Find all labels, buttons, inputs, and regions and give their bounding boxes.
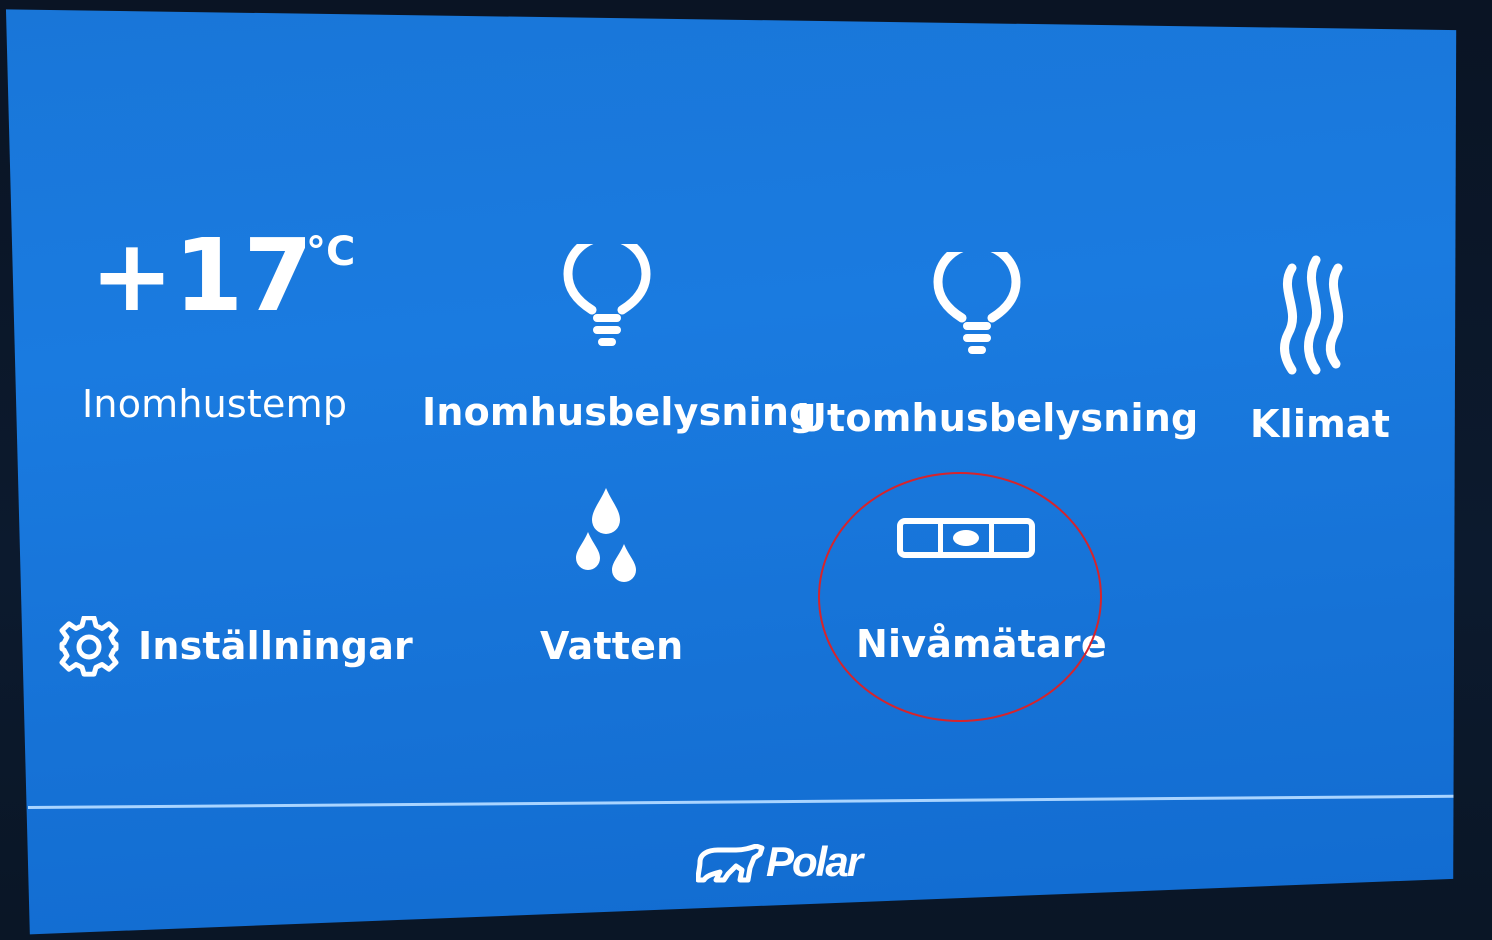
footer-divider — [27, 794, 1456, 809]
indoor-temp-unit: °C — [306, 229, 356, 275]
polar-bear-logo — [696, 844, 765, 883]
level-meter-label: Nivåmätare — [856, 622, 1107, 666]
settings-label: Inställningar — [138, 624, 413, 668]
indoor-temp-value: +17 — [90, 217, 313, 334]
lightbulb-icon — [933, 252, 1021, 354]
touch-screen: +17 °C Inomhustemp Inomhusbelysning Utom… — [5, 9, 1457, 935]
spirit-level-icon — [897, 518, 1035, 558]
water-label: Vatten — [540, 624, 684, 668]
indoor-temp-label: Inomhustemp — [82, 382, 348, 426]
heat-waves-icon — [1280, 255, 1343, 375]
outdoor-lighting-label: Utomhusbelysning — [796, 396, 1199, 440]
indoor-lighting-label: Inomhusbelysning — [422, 390, 817, 434]
gear-icon — [59, 616, 119, 677]
water-drops-icon — [576, 488, 636, 582]
brand-name: Polar — [766, 838, 863, 885]
lightbulb-icon — [563, 244, 651, 346]
climate-label: Klimat — [1250, 402, 1391, 446]
